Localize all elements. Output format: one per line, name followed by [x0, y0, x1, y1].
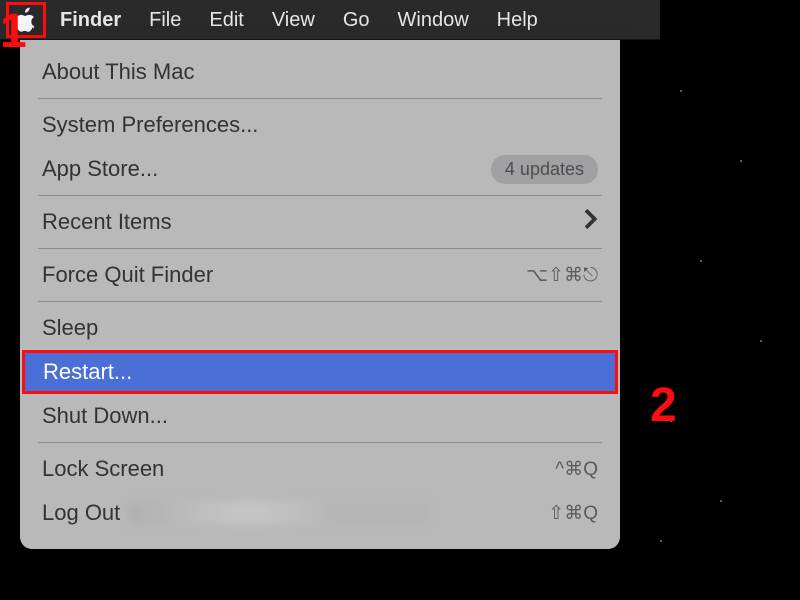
menubar: Finder File Edit View Go Window Help [0, 0, 660, 40]
menu-item-label: Log Out [42, 500, 120, 526]
menu-item-lock-screen[interactable]: Lock Screen ^⌘Q [20, 447, 620, 491]
menu-item-shortcut: ⌥⇧⌘⎋ [526, 264, 598, 287]
menubar-item-view[interactable]: View [258, 0, 329, 40]
menubar-item-window[interactable]: Window [384, 0, 483, 40]
menubar-item-help[interactable]: Help [483, 0, 552, 40]
menu-item-about-this-mac[interactable]: About This Mac [20, 50, 620, 94]
star [660, 540, 662, 542]
menu-item-label: Restart... [43, 359, 132, 385]
menu-separator [38, 98, 602, 99]
menubar-item-finder[interactable]: Finder [46, 0, 135, 40]
star [720, 500, 722, 502]
menu-separator [38, 442, 602, 443]
menu-item-label: About This Mac [42, 59, 194, 85]
menu-separator [38, 248, 602, 249]
menu-item-sleep[interactable]: Sleep [20, 306, 620, 350]
menu-item-restart[interactable]: Restart... [22, 350, 618, 394]
menu-item-label: Force Quit Finder [42, 262, 213, 288]
menu-item-label: Lock Screen [42, 456, 164, 482]
star [680, 90, 682, 92]
menu-item-shortcut: ^⌘Q [555, 458, 598, 481]
star [760, 340, 762, 342]
annotation-1: 1 [0, 4, 27, 59]
menu-item-label: App Store... [42, 156, 158, 182]
menu-item-app-store[interactable]: App Store... 4 updates [20, 147, 620, 191]
menu-item-shut-down[interactable]: Shut Down... [20, 394, 620, 438]
menubar-item-edit[interactable]: Edit [195, 0, 257, 40]
update-badge: 4 updates [491, 155, 598, 184]
star [740, 160, 742, 162]
star [700, 260, 702, 262]
menu-item-label: System Preferences... [42, 112, 258, 138]
menu-item-label: Shut Down... [42, 403, 168, 429]
menu-item-system-preferences[interactable]: System Preferences... [20, 103, 620, 147]
apple-menu-dropdown: About This Mac System Preferences... App… [20, 40, 620, 549]
menu-separator [38, 195, 602, 196]
menu-item-force-quit-finder[interactable]: Force Quit Finder ⌥⇧⌘⎋ [20, 253, 620, 297]
menu-item-log-out[interactable]: Log Out ⇧⌘Q [20, 491, 620, 535]
annotation-2: 2 [650, 378, 677, 433]
menubar-item-go[interactable]: Go [329, 0, 384, 40]
menu-item-label: Recent Items [42, 209, 172, 235]
menu-item-recent-items[interactable]: Recent Items [20, 200, 620, 244]
redacted-username [128, 501, 428, 525]
menu-separator [38, 301, 602, 302]
chevron-right-icon [584, 209, 598, 235]
menu-item-shortcut: ⇧⌘Q [548, 502, 598, 525]
menu-item-label: Sleep [42, 315, 98, 341]
menubar-item-file[interactable]: File [135, 0, 195, 40]
